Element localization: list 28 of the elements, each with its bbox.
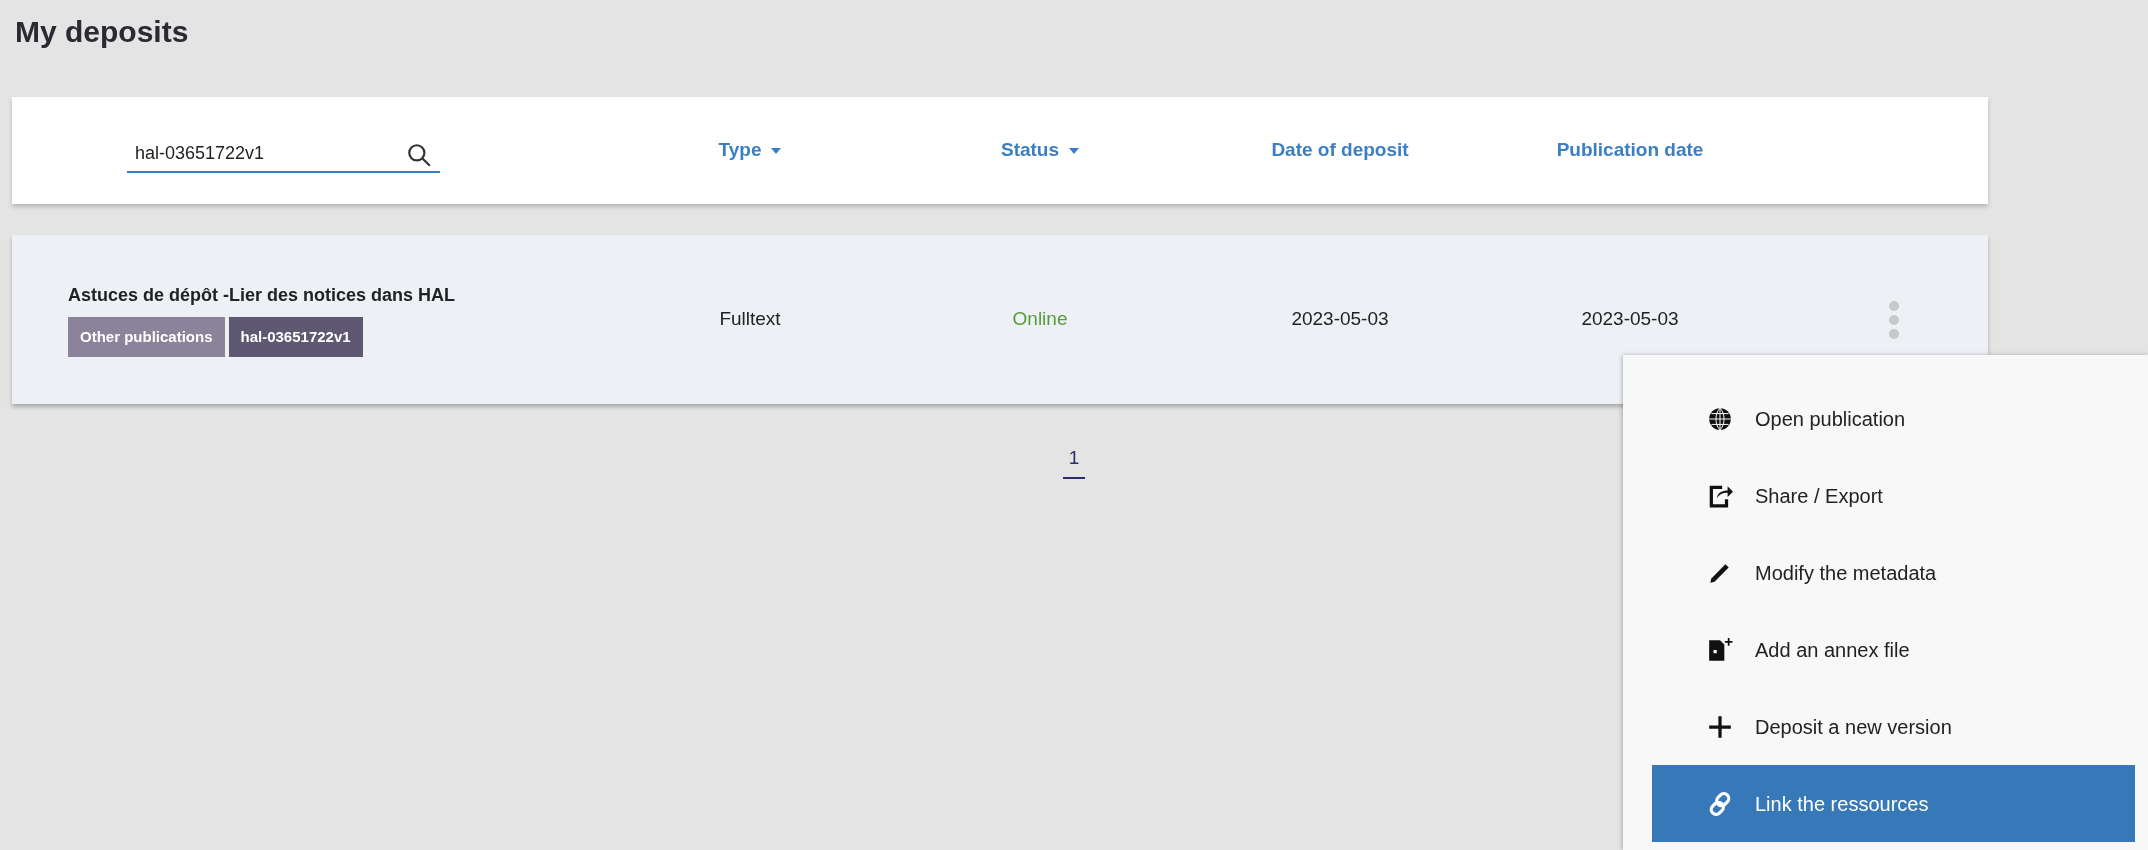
date-cell-text: 2023-05-03	[1291, 307, 1389, 332]
search-icon	[406, 141, 432, 168]
menu-item[interactable]: Add an annex file	[1652, 611, 2135, 688]
globe-icon	[1707, 405, 1733, 432]
column-header[interactable]: Status	[994, 135, 1086, 166]
search-field[interactable]: hal-03651722v1	[127, 136, 440, 173]
column-header[interactable]: Publication date	[1550, 135, 1710, 166]
column-header[interactable]: Date of deposit	[1265, 135, 1415, 166]
link-icon	[1707, 790, 1733, 817]
status-cell-text: Online	[1012, 307, 1068, 332]
file-plus-icon	[1707, 636, 1733, 663]
caret-icon	[1069, 147, 1080, 154]
column-header[interactable]: Type	[712, 135, 788, 166]
type-cell-text: Fulltext	[719, 307, 781, 332]
page-title: My deposits	[14, 14, 190, 50]
menu-item[interactable]: Link the ressources	[1652, 765, 2135, 842]
type-tag: Other publications	[68, 316, 225, 358]
id-tag: hal-03651722v1	[228, 316, 363, 358]
date-cell-text: 2023-05-03	[1581, 307, 1679, 332]
plus-icon	[1707, 713, 1733, 740]
more-options-icon[interactable]	[1889, 300, 1899, 339]
menu-item[interactable]: Modify the metadata	[1652, 534, 2135, 611]
deposit-title[interactable]: Astuces de dépôt -Lier des notices dans HAL	[68, 281, 640, 309]
caret-icon	[771, 147, 782, 154]
menu-item[interactable]: Deposit a new version	[1652, 688, 2135, 765]
menu-item[interactable]: Open publication	[1652, 380, 2135, 457]
menu-item[interactable]: Share / Export	[1652, 457, 2135, 534]
page-link[interactable]: 1	[1062, 444, 1086, 479]
